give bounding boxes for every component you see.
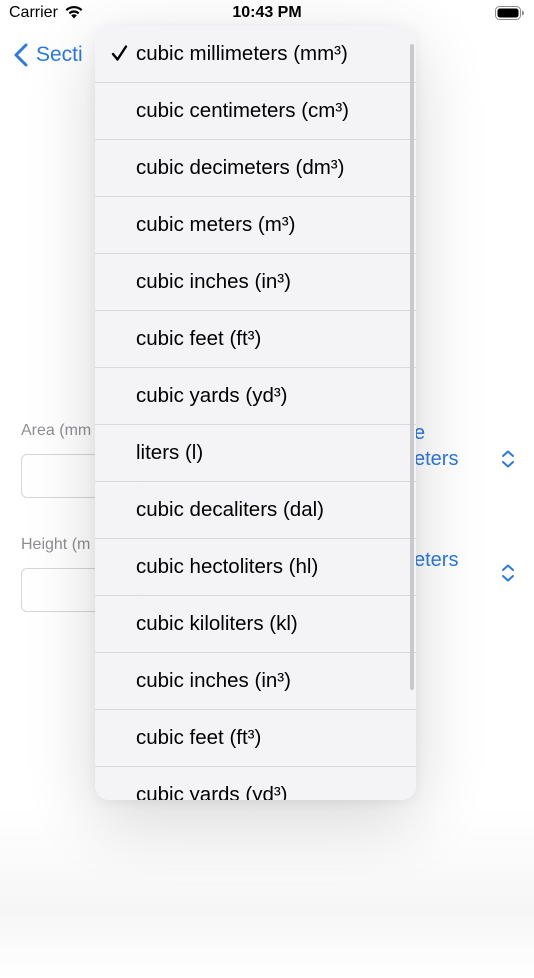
menu-item[interactable]: cubic inches (in³) — [95, 254, 416, 311]
area-label: Area (mm — [21, 422, 92, 439]
menu-item-label: cubic decimeters (dm³) — [136, 156, 345, 179]
menu-item-label: cubic kiloliters (kl) — [136, 612, 298, 635]
chevron-left-icon — [14, 43, 28, 67]
menu-item-label: cubic feet (ft³) — [136, 327, 262, 350]
chevron-up-down-icon[interactable] — [500, 449, 516, 469]
unit-menu-list: cubic millimeters (mm³) cubic centimeter… — [95, 26, 416, 800]
menu-item-label: cubic inches (in³) — [136, 669, 291, 692]
menu-item[interactable]: cubic meters (m³) — [95, 197, 416, 254]
menu-item[interactable]: cubic yards (yd³) — [95, 767, 416, 800]
menu-item-label: cubic centimeters (cm³) — [136, 99, 350, 122]
menu-item-label: cubic yards (yd³) — [136, 783, 288, 800]
clock-time: 10:43 PM — [232, 4, 302, 21]
menu-item-label: cubic yards (yd³) — [136, 384, 288, 407]
unit-menu-popover[interactable]: cubic millimeters (mm³) cubic centimeter… — [95, 26, 416, 800]
status-bar: Carrier 10:43 PM — [0, 0, 534, 28]
menu-item-label: cubic decaliters (dal) — [136, 498, 324, 521]
area-unit-picker[interactable]: eters — [414, 448, 458, 471]
menu-item[interactable]: cubic centimeters (cm³) — [95, 83, 416, 140]
menu-item[interactable]: cubic feet (ft³) — [95, 710, 416, 767]
menu-item-label: cubic millimeters (mm³) — [136, 42, 348, 65]
menu-item[interactable]: cubic yards (yd³) — [95, 368, 416, 425]
background-shade — [0, 808, 534, 978]
menu-scrollbar[interactable] — [410, 44, 414, 690]
menu-item[interactable]: cubic inches (in³) — [95, 653, 416, 710]
height-label: Height (m — [21, 536, 91, 553]
menu-item[interactable]: cubic feet (ft³) — [95, 311, 416, 368]
menu-item[interactable]: liters (l) — [95, 425, 416, 482]
battery-icon — [495, 6, 524, 20]
menu-item[interactable]: cubic decimeters (dm³) — [95, 140, 416, 197]
menu-item-label: liters (l) — [136, 441, 204, 464]
back-button[interactable]: Secti — [14, 40, 83, 70]
checkmark-icon — [111, 45, 128, 61]
menu-item-label: cubic hectoliters (hl) — [136, 555, 319, 578]
chevron-up-down-icon[interactable] — [500, 563, 516, 583]
menu-item-label: cubic inches (in³) — [136, 270, 291, 293]
menu-item[interactable]: cubic kiloliters (kl) — [95, 596, 416, 653]
menu-item[interactable]: cubic decaliters (dal) — [95, 482, 416, 539]
menu-item[interactable]: cubic hectoliters (hl) — [95, 539, 416, 596]
menu-item[interactable]: cubic millimeters (mm³) — [95, 26, 416, 83]
back-button-label: Secti — [36, 43, 83, 66]
menu-item-label: cubic meters (m³) — [136, 213, 296, 236]
menu-item-label: cubic feet (ft³) — [136, 726, 262, 749]
height-unit-picker[interactable]: eters — [414, 549, 458, 572]
